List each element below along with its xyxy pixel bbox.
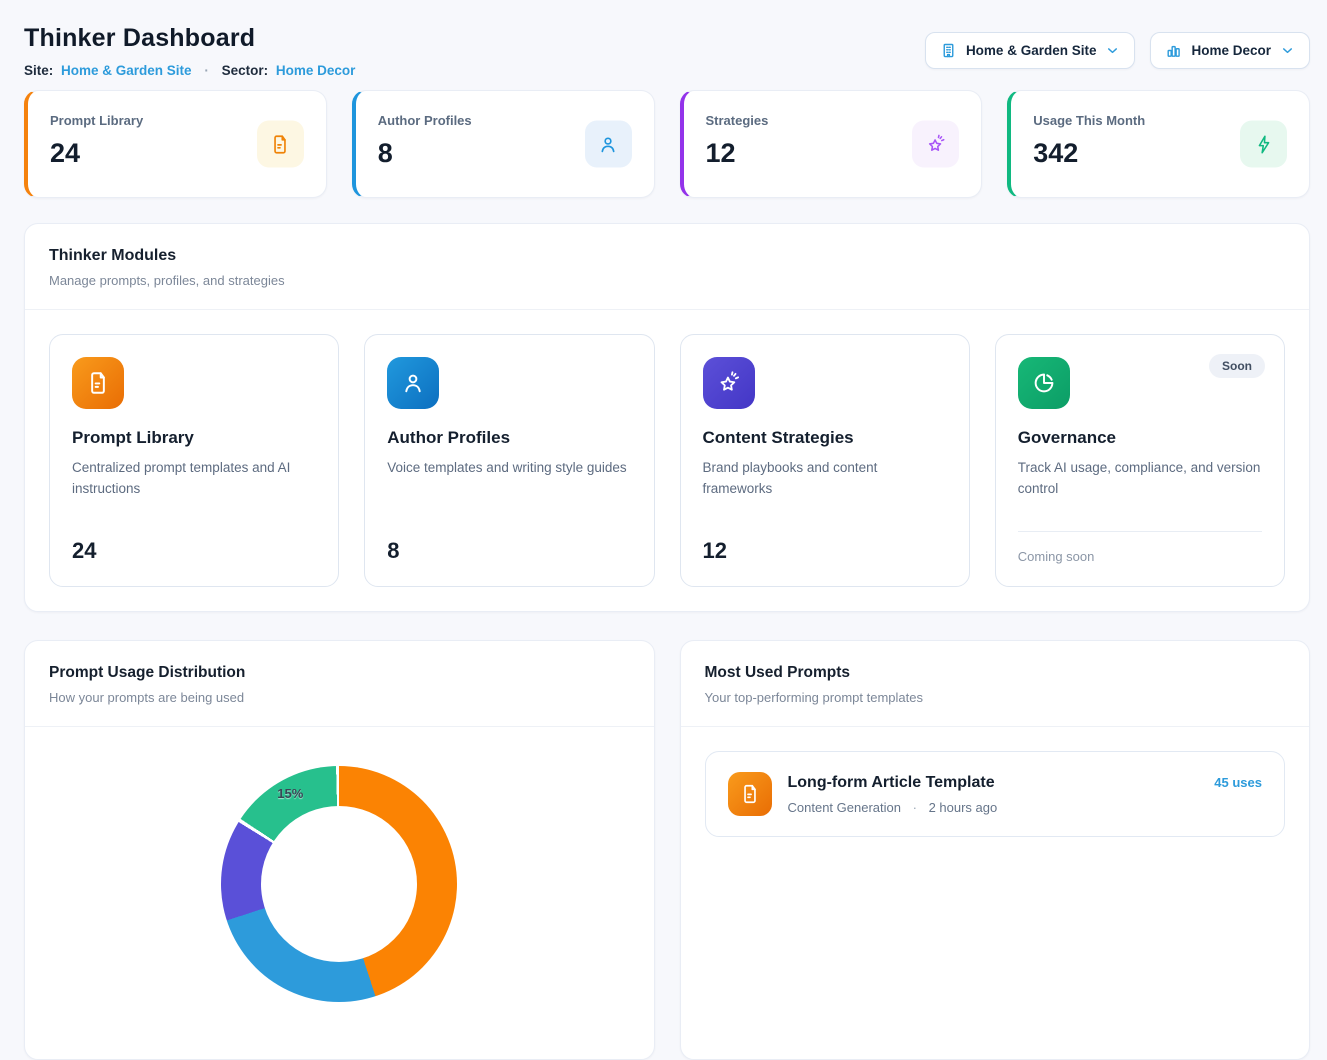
lightning-icon <box>1240 121 1287 168</box>
document-icon <box>72 357 124 409</box>
chevron-down-icon <box>1105 43 1120 58</box>
module-title: Prompt Library <box>72 428 316 448</box>
sector-selector-button[interactable]: Home Decor <box>1150 32 1310 69</box>
chevron-down-icon <box>1280 43 1295 58</box>
prompt-list: Long-form Article Template Content Gener… <box>681 727 1310 861</box>
sector-label: Sector: <box>222 63 269 78</box>
prompt-item-text: Long-form Article Template Content Gener… <box>788 774 998 815</box>
site-link[interactable]: Home & Garden Site <box>61 63 192 78</box>
usage-card-header: Prompt Usage Distribution How your promp… <box>25 641 654 727</box>
module-description: Track AI usage, compliance, and version … <box>1018 458 1262 500</box>
module-title: Author Profiles <box>387 428 631 448</box>
modules-panel-subtitle: Manage prompts, profiles, and strategies <box>49 273 1285 288</box>
prompts-card-title: Most Used Prompts <box>705 664 1286 682</box>
donut-chart-area: 15% <box>25 727 654 1002</box>
prompt-list-item[interactable]: Long-form Article Template Content Gener… <box>705 751 1286 837</box>
prompts-card-header: Most Used Prompts Your top-performing pr… <box>681 641 1310 727</box>
meta-separator: · <box>204 63 209 78</box>
coming-soon-text: Coming soon <box>1018 549 1262 564</box>
module-card-prompt-library[interactable]: Prompt Library Centralized prompt templa… <box>49 334 339 587</box>
stat-card-author-profiles: Author Profiles 8 <box>352 90 655 198</box>
bar-chart-icon <box>1165 42 1182 59</box>
stat-card-prompt-library: Prompt Library 24 <box>24 90 327 198</box>
site-selector-label: Home & Garden Site <box>966 43 1097 58</box>
module-count: 8 <box>387 538 631 564</box>
site-label: Site: <box>24 63 53 78</box>
breadcrumb: Site: Home & Garden Site · Sector: Home … <box>24 63 355 78</box>
most-used-prompts-card: Most Used Prompts Your top-performing pr… <box>680 640 1311 1060</box>
modules-grid: Prompt Library Centralized prompt templa… <box>25 310 1309 611</box>
pie-chart-icon <box>1018 357 1070 409</box>
donut-slice-label: 15% <box>268 786 312 801</box>
donut-hole <box>261 806 417 962</box>
soon-badge: Soon <box>1209 354 1265 378</box>
sparkle-star-icon <box>703 357 755 409</box>
prompt-time: 2 hours ago <box>929 800 998 815</box>
module-card-governance[interactable]: Soon Governance Track AI usage, complian… <box>995 334 1285 587</box>
modules-panel-title: Thinker Modules <box>49 247 1285 265</box>
prompt-item-meta: Content Generation · 2 hours ago <box>788 800 998 815</box>
stat-card-strategies: Strategies 12 <box>680 90 983 198</box>
user-icon <box>387 357 439 409</box>
stats-row: Prompt Library 24 Author Profiles 8 Stra… <box>24 90 1310 198</box>
header-actions: Home & Garden Site Home Decor <box>925 32 1310 78</box>
stat-card-usage: Usage This Month 342 <box>1007 90 1310 198</box>
module-description: Brand playbooks and content frameworks <box>703 458 947 500</box>
thinker-modules-panel: Thinker Modules Manage prompts, profiles… <box>24 223 1310 612</box>
header-titles: Thinker Dashboard Site: Home & Garden Si… <box>24 24 355 78</box>
module-card-content-strategies[interactable]: Content Strategies Brand playbooks and c… <box>680 334 970 587</box>
donut-chart: 15% <box>221 766 457 1002</box>
sector-selector-label: Home Decor <box>1191 43 1271 58</box>
module-count: 24 <box>72 538 316 564</box>
document-icon <box>728 772 772 816</box>
prompt-uses-badge: 45 uses <box>1214 775 1262 790</box>
usage-card-title: Prompt Usage Distribution <box>49 664 630 682</box>
bottom-row: Prompt Usage Distribution How your promp… <box>24 640 1310 1060</box>
page-title: Thinker Dashboard <box>24 24 355 53</box>
module-title: Content Strategies <box>703 428 947 448</box>
module-divider: Coming soon <box>1018 531 1262 564</box>
page-header: Thinker Dashboard Site: Home & Garden Si… <box>24 24 1310 78</box>
usage-distribution-card: Prompt Usage Distribution How your promp… <box>24 640 655 1060</box>
module-description: Voice templates and writing style guides <box>387 458 631 479</box>
meta-separator: · <box>913 800 917 815</box>
site-selector-button[interactable]: Home & Garden Site <box>925 32 1136 69</box>
dashboard-page: Thinker Dashboard Site: Home & Garden Si… <box>0 0 1327 1060</box>
sector-link[interactable]: Home Decor <box>276 63 356 78</box>
module-title: Governance <box>1018 428 1262 448</box>
building-icon <box>940 42 957 59</box>
usage-card-subtitle: How your prompts are being used <box>49 690 630 705</box>
user-icon <box>585 121 632 168</box>
prompt-item-title: Long-form Article Template <box>788 774 998 792</box>
prompts-card-subtitle: Your top-performing prompt templates <box>705 690 1286 705</box>
sparkle-star-icon <box>912 121 959 168</box>
module-card-author-profiles[interactable]: Author Profiles Voice templates and writ… <box>364 334 654 587</box>
modules-panel-header: Thinker Modules Manage prompts, profiles… <box>25 224 1309 310</box>
document-icon <box>257 121 304 168</box>
module-description: Centralized prompt templates and AI inst… <box>72 458 316 500</box>
module-count: 12 <box>703 538 947 564</box>
prompt-category: Content Generation <box>788 800 901 815</box>
